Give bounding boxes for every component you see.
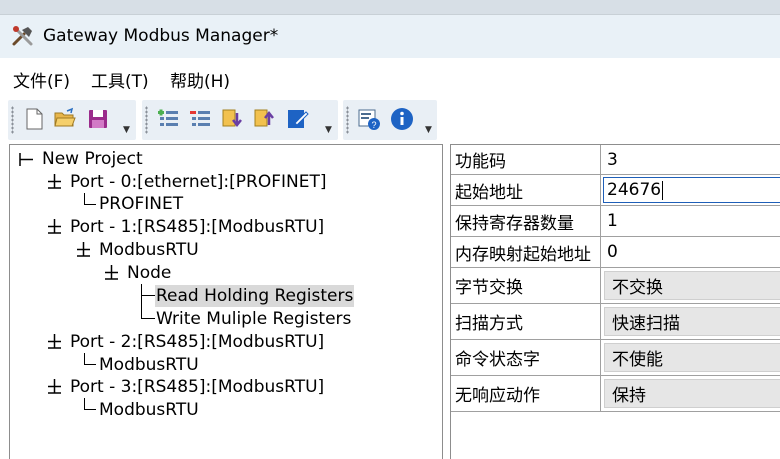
tree-node-port3-child[interactable]: ModbusRTU [99,399,199,421]
toolbar-grip[interactable] [346,106,349,134]
title-bar: Gateway Modbus Manager* [0,14,780,58]
no-response-action-select[interactable]: 保持 [604,379,780,408]
tree-connector [84,398,96,410]
property-row: 无响应动作 保持 [451,376,780,412]
toolbar-grip[interactable] [11,106,14,134]
menu-file[interactable]: 文件(F) [13,67,70,92]
save-icon[interactable] [86,107,110,131]
property-grid: 功能码 3 起始地址 24676 保持寄存器数量 1 内存映射起始地址 0 字节… [450,144,780,459]
settings-help-icon[interactable]: ? [357,107,381,131]
tree-connector [84,353,96,365]
property-row: 功能码 3 [451,145,780,175]
tree-node-port1-child[interactable]: ModbusRTU [99,239,199,261]
collapse-icon[interactable] [19,152,34,167]
property-name: 保持寄存器数量 [451,206,601,236]
chevron-down-icon[interactable]: ▼ [324,126,333,135]
tree-node-port0[interactable]: Port - 0:[ethernet]:[PROFINET] [70,171,326,193]
toolbar-group-help: ? ▼ [343,100,437,140]
window-title: Gateway Modbus Manager* [43,26,279,46]
toolbar-group-file: ▼ [8,100,136,140]
tree-connector [84,193,96,205]
info-icon[interactable] [390,107,414,131]
function-code-field[interactable]: 3 [602,145,780,174]
start-address-value: 24676 [607,180,662,200]
chevron-down-icon[interactable]: ▼ [122,126,131,135]
tree-node-port0-child[interactable]: PROFINET [99,193,183,215]
property-row: 内存映射起始地址 0 [451,237,780,268]
new-file-icon[interactable] [22,107,46,131]
tree-node-read-holding[interactable]: Read Holding Registers [155,285,355,307]
tree-connector [141,296,155,319]
toolbar-group-edit: ▼ [142,100,338,140]
property-name: 扫描方式 [451,304,601,339]
svg-text:?: ? [371,120,376,130]
scan-mode-select[interactable]: 快速扫描 [604,307,780,336]
property-name: 命令状态字 [451,340,601,375]
tree-node-port2-child[interactable]: ModbusRTU [99,354,199,376]
project-tree[interactable]: New Project Port - 0:[ethernet]:[PROFINE… [9,144,443,459]
collapse-icon[interactable] [47,334,62,349]
property-name: 字节交换 [451,268,601,303]
collapse-icon[interactable] [104,265,119,280]
start-address-input[interactable]: 24676 [603,177,780,203]
tree-node-port1[interactable]: Port - 1:[RS485]:[ModbusRTU] [70,216,324,238]
add-list-icon[interactable] [156,107,180,131]
property-row: 保持寄存器数量 1 [451,206,780,237]
tree-connector [141,284,155,296]
collapse-icon[interactable] [47,379,62,394]
tree-node-node[interactable]: Node [127,262,171,284]
remove-list-icon[interactable] [188,107,212,131]
property-name: 功能码 [451,145,601,174]
command-status-select[interactable]: 不使能 [604,343,780,372]
tree-node-root[interactable]: New Project [42,148,143,170]
open-folder-icon[interactable] [53,107,77,131]
tree-node-port2[interactable]: Port - 2:[RS485]:[ModbusRTU] [70,331,324,353]
toolbar-grip[interactable] [145,106,148,134]
download-icon[interactable] [220,107,244,131]
register-count-field[interactable]: 1 [602,206,780,236]
byte-swap-select[interactable]: 不交换 [604,271,780,300]
upload-icon[interactable] [252,107,276,131]
tree-node-write-multiple[interactable]: Write Muliple Registers [156,308,351,330]
desktop-strip [0,0,780,14]
toolbar: ▼ ▼ ? ▼ [0,98,780,142]
tree-node-port3[interactable]: Port - 3:[RS485]:[ModbusRTU] [70,376,324,398]
menu-tools[interactable]: 工具(T) [91,67,149,92]
property-row: 字节交换 不交换 [451,268,780,304]
edit-icon[interactable] [286,107,310,131]
memory-map-address-field[interactable]: 0 [602,237,780,267]
property-row: 扫描方式 快速扫描 [451,304,780,340]
menu-help[interactable]: 帮助(H) [170,67,230,92]
text-caret [662,180,664,200]
menu-bar: 文件(F) 工具(T) 帮助(H) [0,58,780,98]
property-name: 内存映射起始地址 [451,237,601,267]
property-row: 命令状态字 不使能 [451,340,780,376]
collapse-icon[interactable] [47,174,62,189]
property-row: 起始地址 24676 [451,175,780,206]
property-name: 起始地址 [451,175,601,205]
tools-icon [12,26,33,46]
collapse-icon[interactable] [47,219,62,234]
chevron-down-icon[interactable]: ▼ [424,126,433,135]
collapse-icon[interactable] [76,242,91,257]
property-name: 无响应动作 [451,376,601,411]
